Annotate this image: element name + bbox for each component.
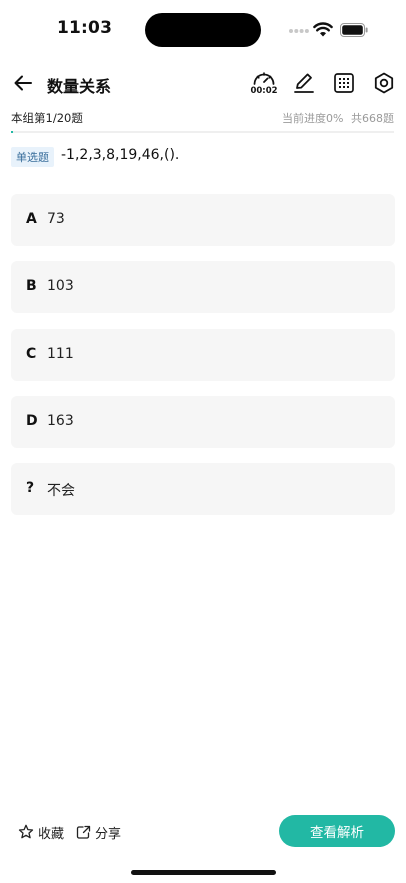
edit-pen-icon[interactable] [292, 71, 316, 95]
question-text: -1,2,3,8,19,46,(). [61, 147, 180, 163]
current-progress-text: 当前进度0% [282, 112, 344, 125]
option-text: 73 [47, 211, 65, 227]
option-b[interactable]: B 103 [11, 261, 395, 313]
timer-button[interactable]: 00:02 [248, 68, 280, 98]
share-icon [76, 825, 91, 839]
total-questions-text: 共668题 [351, 112, 394, 125]
share-button[interactable]: 分享 [76, 822, 121, 842]
share-label: 分享 [95, 826, 122, 842]
back-arrow-icon[interactable] [12, 72, 34, 94]
option-text: 111 [47, 346, 74, 362]
option-letter: A [26, 211, 37, 227]
option-text: 不会 [47, 483, 75, 499]
answer-sheet-grid-icon[interactable] [333, 72, 355, 94]
view-analysis-button[interactable]: 查看解析 [279, 815, 395, 847]
progress-info: 当前进度0% 共668题 [282, 110, 394, 126]
stopwatch-icon [253, 72, 275, 85]
page-title: 数量关系 [47, 77, 112, 96]
option-dont-know[interactable]: ? 不会 [11, 463, 395, 515]
battery-icon [340, 23, 368, 37]
option-a[interactable]: A 73 [11, 194, 395, 246]
option-text: 103 [47, 278, 74, 294]
option-text: 163 [47, 413, 74, 429]
group-progress-text: 本组第1/20题 [11, 111, 83, 125]
settings-gear-icon[interactable] [372, 71, 396, 95]
option-letter: B [26, 278, 37, 294]
dynamic-island [145, 13, 261, 47]
option-d[interactable]: D 163 [11, 396, 395, 448]
home-indicator [131, 870, 276, 875]
favorite-button[interactable]: 收藏 [18, 822, 64, 842]
question-type-badge: 单选题 [11, 147, 54, 167]
favorite-label: 收藏 [38, 826, 65, 842]
progress-bar [11, 131, 394, 133]
timer-text: 00:02 [250, 86, 278, 96]
option-letter: C [26, 346, 37, 362]
progress-bar-fill [11, 131, 13, 133]
option-letter: D [26, 413, 38, 429]
star-icon [18, 824, 34, 839]
status-time: 11:03 [57, 18, 113, 38]
option-c[interactable]: C 111 [11, 329, 395, 381]
wifi-icon [313, 22, 333, 37]
cellular-signal-icon [289, 29, 309, 33]
option-letter: ? [26, 480, 35, 496]
